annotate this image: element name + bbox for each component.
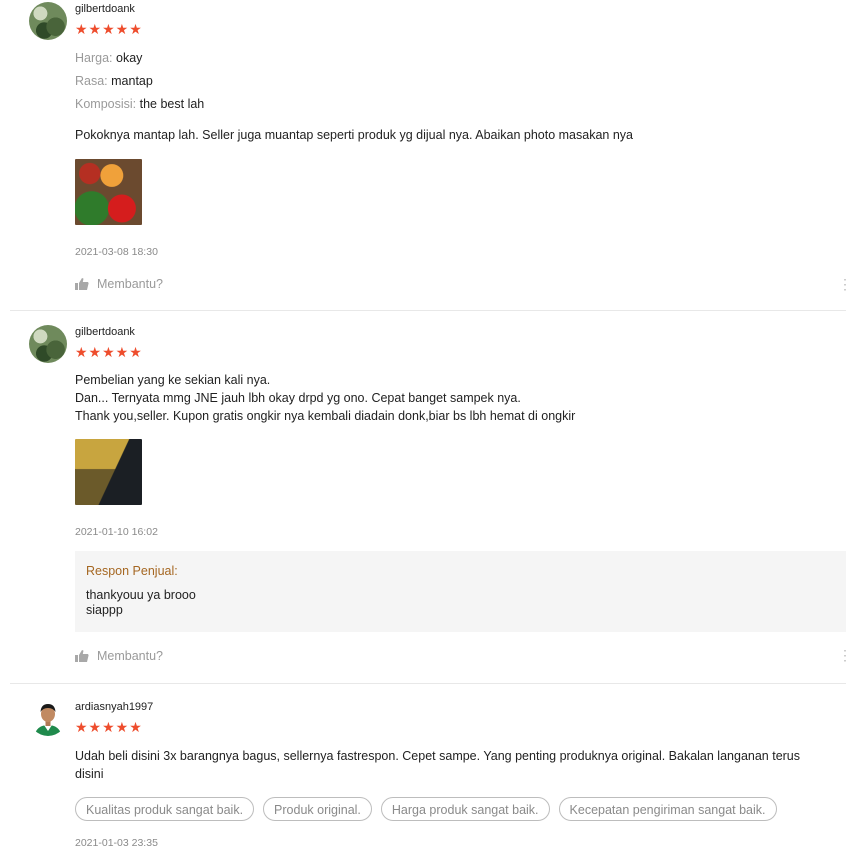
review-attribute: Komposisi: the best lah [75,97,205,111]
seller-response-label: Respon Penjual: [86,564,178,578]
review-card: ardiasnyah1997 ★★★★★ Udah beli disini 3x… [10,684,846,851]
review-text-line: disini [75,767,104,781]
more-vertical-icon[interactable]: ⋮ [838,647,851,664]
review-card: gilbertdoank ★★★★★ Pembelian yang ke sek… [10,311,851,684]
review-text-line: Thank you,seller. Kupon gratis ongkir ny… [75,409,576,423]
user-avatar[interactable] [29,2,67,40]
review-attribute: Rasa: mantap [75,74,153,88]
rating-stars: ★★★★★ [75,719,143,735]
review-tag: Kualitas produk sangat baik. [75,797,255,821]
review-text-line: Udah beli disini 3x barangnya bagus, sel… [75,749,801,763]
rating-stars: ★★★★★ [75,344,143,360]
review-photo[interactable] [75,439,142,505]
user-avatar[interactable] [29,325,67,363]
review-text-line: Dan... Ternyata mmg JNE jauh lbh okay dr… [75,391,521,405]
review-tag: Produk original. [263,797,372,821]
more-vertical-icon[interactable]: ⋮ [838,276,851,293]
rating-stars: ★★★★★ [75,21,143,37]
helpful-button[interactable]: Membantu? [75,649,846,663]
review-photo[interactable] [75,159,142,225]
review-date: 2021-03-08 18:30 [75,246,158,258]
seller-response-text: thankyouu ya brooo siappp [86,588,196,617]
review-username: gilbertdoank [75,326,135,338]
review-date: 2021-01-10 16:02 [75,526,158,538]
review-tags: Kualitas produk sangat baik. Produk orig… [75,797,846,821]
review-username: gilbertdoank [75,3,135,15]
review-attribute: Harga: okay [75,51,143,65]
thumbs-up-icon [75,650,89,662]
thumbs-up-icon [75,278,89,290]
helpful-button[interactable]: Membantu? [75,277,846,291]
person-avatar-icon [29,698,67,736]
review-username: ardiasnyah1997 [75,701,154,713]
review-text: Pokoknya mantap lah. Seller juga muantap… [75,128,633,142]
user-avatar[interactable] [29,698,67,736]
review-tag: Kecepatan pengiriman sangat baik. [558,797,777,821]
review-card: gilbertdoank ★★★★★ Harga: okay Rasa: man… [10,0,851,311]
seller-response: Respon Penjual: thankyouu ya brooo siapp… [75,551,846,632]
review-tag: Harga produk sangat baik. [380,797,550,821]
helpful-label: Membantu? [97,649,164,663]
helpful-label: Membantu? [97,277,164,291]
review-text-line: Pembelian yang ke sekian kali nya. [75,373,271,387]
review-date: 2021-01-03 23:35 [75,837,158,849]
